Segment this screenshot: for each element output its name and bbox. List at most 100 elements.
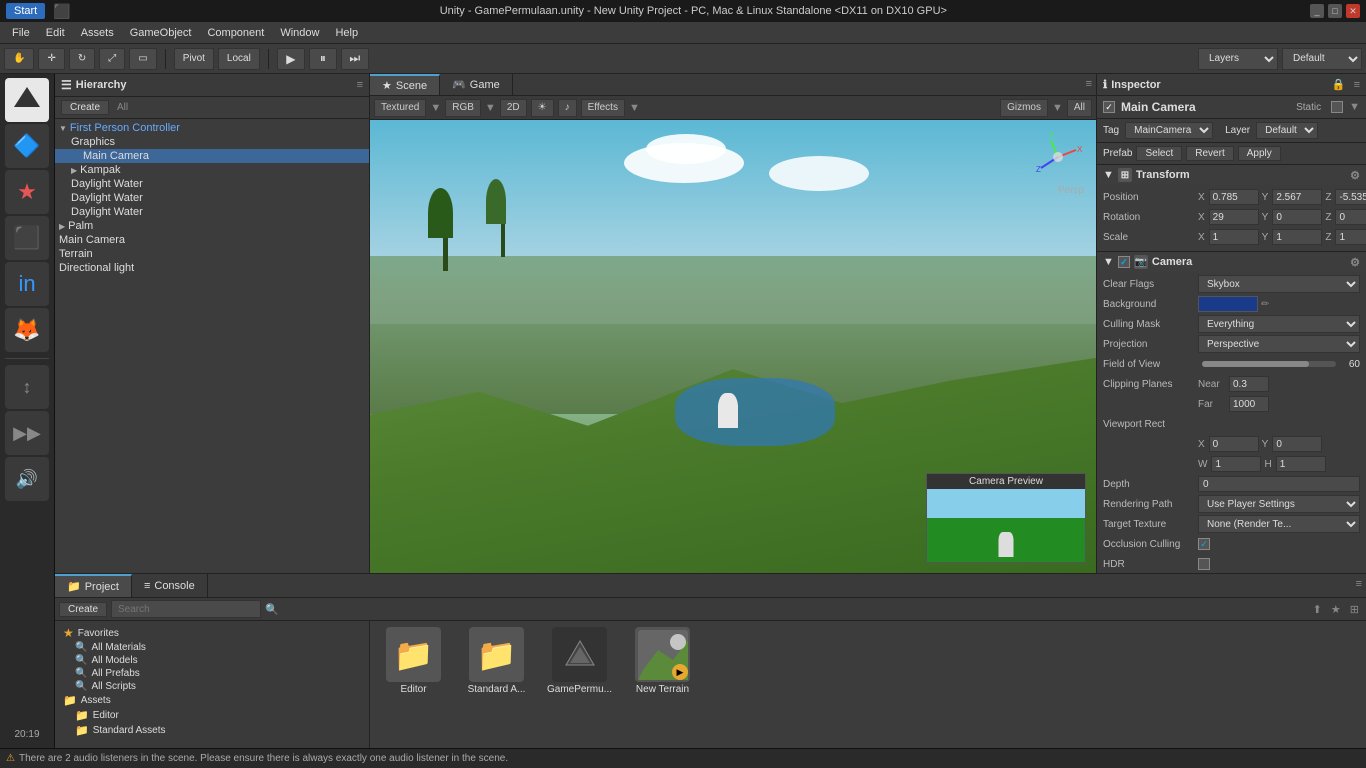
static-dropdown-arrow[interactable]: ▼ [1349,101,1360,113]
project-menu[interactable]: ≡ [1352,574,1366,597]
clear-flags-dropdown[interactable]: Skybox [1198,275,1360,293]
console-tab[interactable]: ≡ Console [132,574,208,597]
hier-item-dwater3[interactable]: Daylight Water [55,205,369,219]
all-btn[interactable]: All [1067,99,1092,117]
taskbar-icon-8[interactable]: ▶▶ [5,411,49,455]
maximize-button[interactable]: □ [1328,4,1342,18]
hier-item-fpc[interactable]: ▼ First Person Controller [55,121,369,135]
scale-x-field[interactable] [1209,229,1259,245]
menu-file[interactable]: File [4,25,38,41]
game-tab[interactable]: 🎮 Game [440,74,513,95]
occlusion-checkbox[interactable]: ✓ [1198,538,1210,550]
vp-y-field[interactable] [1272,436,1322,452]
asset-standard[interactable]: 📁 Standard A... [459,627,534,695]
gameobj-active-checkbox[interactable]: ✓ [1103,101,1115,113]
proj-icon-1[interactable]: ⬆ [1313,604,1322,616]
taskbar-icon-6[interactable]: 🦊 [5,308,49,352]
hier-item-maincamera[interactable]: Main Camera [55,149,369,163]
near-field[interactable] [1229,376,1269,392]
vp-w-field[interactable] [1211,456,1261,472]
hier-item-dwater1[interactable]: Daylight Water [55,177,369,191]
asset-gameperm[interactable]: GamePermu... [542,627,617,695]
pivot-button[interactable]: Pivot [174,48,214,70]
rgb-btn[interactable]: RGB [445,99,481,117]
pos-y-field[interactable] [1272,189,1322,205]
project-create-btn[interactable]: Create [59,602,107,617]
proj-all-models[interactable]: 🔍 All Models [59,654,365,667]
taskbar-icon-9[interactable]: 🔊 [5,457,49,501]
step-button[interactable]: ⏭ [341,48,369,70]
project-search-input[interactable] [111,600,261,618]
camera-header[interactable]: ▼ ✓ 📷 Camera ⚙ [1097,252,1366,272]
textured-btn[interactable]: Textured [374,99,426,117]
close-button[interactable]: ✕ [1346,4,1360,18]
effects-btn[interactable]: Effects [581,99,625,117]
transform-header[interactable]: ▼ ⊞ Transform ⚙ [1097,165,1366,185]
layers-dropdown[interactable]: Layers [1198,48,1278,70]
pos-x-field[interactable] [1209,189,1259,205]
hier-item-palm[interactable]: ▶ Palm [55,219,369,233]
scale-y-field[interactable] [1272,229,1322,245]
projection-dropdown[interactable]: Perspective [1198,335,1360,353]
scene-menu[interactable]: ≡ [1082,74,1096,95]
hier-item-dirlight[interactable]: Directional light [55,261,369,275]
minimize-button[interactable]: _ [1310,4,1324,18]
hierarchy-create-btn[interactable]: Create [61,100,109,115]
proj-all-scripts[interactable]: 🔍 All Scripts [59,680,365,693]
static-checkbox[interactable] [1331,101,1343,113]
asset-terrain[interactable]: ▶ New Terrain [625,627,700,695]
project-tab[interactable]: 📁 Project [55,574,132,597]
taskbar-icon-7[interactable]: ↕ [5,365,49,409]
proj-icon-2[interactable]: ★ [1331,604,1341,616]
hier-item-dwater2[interactable]: Daylight Water [55,191,369,205]
layout-dropdown[interactable]: Default [1282,48,1362,70]
start-button[interactable]: Start [6,3,45,19]
proj-icon-3[interactable]: ⊞ [1350,604,1359,616]
rot-z-field[interactable] [1335,209,1366,225]
taskbar-icon-4[interactable]: ⬛ [5,216,49,260]
asset-editor[interactable]: 📁 Editor [376,627,451,695]
fov-slider[interactable] [1202,361,1336,367]
menu-edit[interactable]: Edit [38,25,73,41]
hierarchy-menu[interactable]: ≡ [357,79,363,91]
scale-tool[interactable]: ⤢ [99,48,125,70]
rotate-tool[interactable]: ↻ [69,48,95,70]
play-button[interactable]: ▶ [277,48,305,70]
favorites-header[interactable]: ★ Favorites [59,625,365,641]
culling-mask-dropdown[interactable]: Everything [1198,315,1360,333]
twod-btn[interactable]: 2D [500,99,527,117]
vp-x-field[interactable] [1209,436,1259,452]
proj-all-prefabs[interactable]: 🔍 All Prefabs [59,667,365,680]
hier-item-graphics[interactable]: Graphics [55,135,369,149]
taskbar-icon-5[interactable]: in [5,262,49,306]
vp-h-field[interactable] [1276,456,1326,472]
hier-item-maincam2[interactable]: Main Camera [55,233,369,247]
gizmos-btn[interactable]: Gizmos [1000,99,1048,117]
transform-settings[interactable]: ⚙ [1350,169,1360,182]
menu-assets[interactable]: Assets [73,25,122,41]
apply-button[interactable]: Apply [1238,146,1281,161]
taskbar-icon-3[interactable]: ★ [5,170,49,214]
revert-button[interactable]: Revert [1186,146,1233,161]
sun-btn[interactable]: ☀ [531,99,554,117]
proj-all-materials[interactable]: 🔍 All Materials [59,641,365,654]
proj-standard-assets[interactable]: 📁 Standard Assets [59,723,365,738]
scale-z-field[interactable] [1335,229,1366,245]
far-field[interactable] [1229,396,1269,412]
rect-tool[interactable]: ▭ [129,48,156,70]
hdr-checkbox[interactable]: □ [1198,558,1210,570]
pause-button[interactable]: ⏸ [309,48,337,70]
camera-settings[interactable]: ⚙ [1350,256,1360,269]
depth-field[interactable] [1198,476,1360,492]
rot-x-field[interactable] [1209,209,1259,225]
taskbar-unity-icon[interactable] [5,78,49,122]
background-color-picker[interactable] [1198,296,1258,312]
scene-canvas[interactable]: X Y Z Persp Camera Preview [370,120,1096,573]
scene-tab[interactable]: ★ Scene [370,74,440,95]
tag-dropdown[interactable]: MainCamera [1125,122,1213,139]
inspector-lock-icon[interactable]: 🔒 [1332,78,1346,91]
menu-gameobject[interactable]: GameObject [122,25,200,41]
hand-tool[interactable]: ✋ [4,48,34,70]
layer-dropdown[interactable]: Default [1256,122,1318,139]
proj-editor[interactable]: 📁 Editor [59,708,365,723]
